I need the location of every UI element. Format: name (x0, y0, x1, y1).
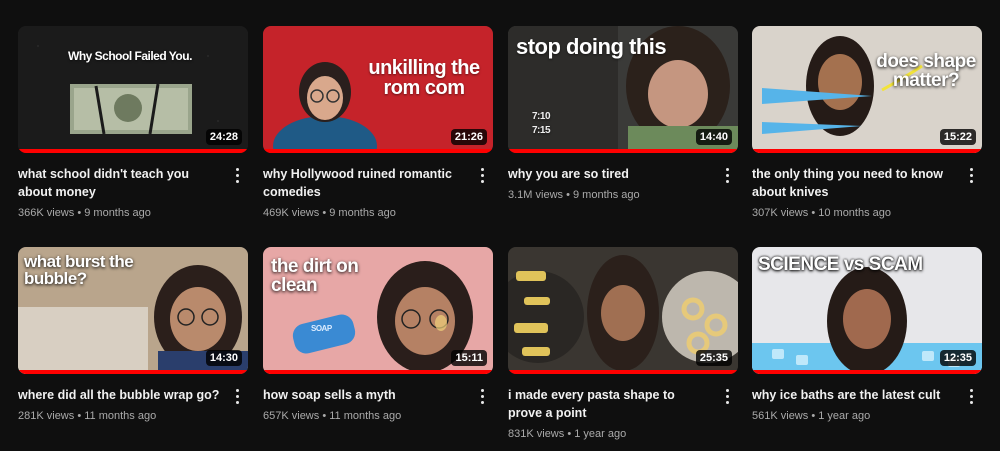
video-thumbnail[interactable]: SCIENCE vs SCAM 12:35 (752, 247, 982, 374)
video-details: why ice baths are the latest cult 561K v… (752, 374, 982, 424)
video-card[interactable]: Why School Failed You. 24:28 what school… (18, 26, 248, 221)
video-card[interactable]: stop doing this 7:10 7:15 14:40 why you … (508, 26, 738, 203)
stats-separator: • (563, 189, 573, 201)
video-title[interactable]: i made every pasta shape to prove a poin… (508, 386, 712, 422)
video-thumbnail[interactable]: unkilling the rom com 21:26 (263, 26, 493, 153)
thumbnail-caption: Why School Failed You. (68, 49, 192, 63)
thumbnail-caption: SCIENCE vs SCAM (758, 254, 923, 275)
video-details: i made every pasta shape to prove a poin… (508, 374, 738, 442)
view-count: 831K views (508, 428, 565, 440)
video-title[interactable]: where did all the bubble wrap go? (18, 386, 222, 404)
view-count: 307K views (752, 207, 809, 219)
view-count: 469K views (263, 207, 320, 219)
thumbnail-time-2: 7:15 (532, 125, 551, 136)
upload-age: 1 year ago (818, 410, 871, 422)
view-count: 3.1M views (508, 189, 564, 201)
video-title[interactable]: why Hollywood ruined romantic comedies (263, 165, 467, 201)
video-thumbnail[interactable]: the dirt on clean SOAP 15:11 (263, 247, 493, 374)
more-vert-icon[interactable] (228, 165, 246, 185)
video-thumbnail[interactable]: stop doing this 7:10 7:15 14:40 (508, 26, 738, 153)
video-stats: 3.1M views • 9 months ago (508, 187, 712, 203)
video-details: the only thing you need to know about kn… (752, 153, 982, 221)
more-vert-icon[interactable] (473, 165, 491, 185)
stats-separator: • (319, 410, 330, 422)
video-title[interactable]: what school didn't teach you about money (18, 165, 222, 201)
upload-age: 1 year ago (574, 428, 627, 440)
video-details: why Hollywood ruined romantic comedies 4… (263, 153, 493, 221)
upload-age: 10 months ago (818, 207, 892, 219)
stats-separator: • (319, 207, 330, 219)
video-card[interactable]: the dirt on clean SOAP 15:11 how soap se… (263, 247, 493, 424)
video-stats: 469K views • 9 months ago (263, 205, 467, 221)
video-card[interactable]: 25:35 i made every pasta shape to prove … (508, 247, 738, 442)
video-title[interactable]: why you are so tired (508, 165, 712, 183)
view-count: 366K views (18, 207, 75, 219)
thumbnail-caption: the dirt on clean (271, 256, 359, 296)
stats-separator: • (74, 207, 85, 219)
more-vert-icon[interactable] (473, 386, 491, 406)
thumbnail-caption: does shape matter? (876, 51, 976, 91)
video-title[interactable]: why ice baths are the latest cult (752, 386, 956, 404)
stats-separator: • (564, 428, 575, 440)
video-card[interactable]: does shape matter? 15:22 the only thing … (752, 26, 982, 221)
upload-age: 11 months ago (84, 410, 157, 422)
upload-age: 9 months ago (573, 189, 640, 201)
duration-badge: 12:35 (939, 350, 976, 366)
upload-age: 9 months ago (329, 207, 396, 219)
more-vert-icon[interactable] (718, 386, 736, 406)
upload-age: 11 months ago (329, 410, 402, 422)
video-grid: Why School Failed You. 24:28 what school… (0, 0, 1000, 451)
thumbnail-soap-label: SOAP (311, 324, 332, 333)
duration-badge: 15:11 (451, 350, 487, 366)
duration-badge: 14:40 (695, 129, 732, 145)
video-card[interactable]: what burst the bubble? 14:30 where did a… (18, 247, 248, 424)
video-thumbnail[interactable]: what burst the bubble? 14:30 (18, 247, 248, 374)
video-thumbnail[interactable]: Why School Failed You. 24:28 (18, 26, 248, 153)
video-thumbnail[interactable]: does shape matter? 15:22 (752, 26, 982, 153)
view-count: 561K views (752, 410, 809, 422)
stats-separator: • (808, 207, 819, 219)
thumbnail-caption: what burst the bubble? (24, 252, 134, 288)
video-title[interactable]: the only thing you need to know about kn… (752, 165, 956, 201)
view-count: 657K views (263, 410, 320, 422)
duration-badge: 15:22 (939, 129, 976, 145)
duration-badge: 21:26 (450, 129, 487, 145)
more-vert-icon[interactable] (962, 386, 980, 406)
stats-separator: • (808, 410, 819, 422)
more-vert-icon[interactable] (228, 386, 246, 406)
video-thumbnail[interactable]: 25:35 (508, 247, 738, 374)
video-card[interactable]: unkilling the rom com 21:26 why Hollywoo… (263, 26, 493, 221)
video-details: what school didn't teach you about money… (18, 153, 248, 221)
stats-separator: • (74, 410, 85, 422)
video-stats: 657K views • 11 months ago (263, 408, 467, 424)
more-vert-icon[interactable] (718, 165, 736, 185)
duration-badge: 14:30 (205, 350, 242, 366)
view-count: 281K views (18, 410, 75, 422)
more-vert-icon[interactable] (962, 165, 980, 185)
thumbnail-caption: unkilling the rom com (368, 57, 480, 99)
duration-badge: 24:28 (205, 129, 242, 145)
upload-age: 9 months ago (84, 207, 151, 219)
video-stats: 307K views • 10 months ago (752, 205, 956, 221)
duration-badge: 25:35 (695, 350, 732, 366)
video-details: why you are so tired 3.1M views • 9 mont… (508, 153, 738, 203)
thumbnail-time-1: 7:10 (532, 111, 551, 122)
video-stats: 366K views • 9 months ago (18, 205, 222, 221)
video-card[interactable]: SCIENCE vs SCAM 12:35 why ice baths are … (752, 247, 982, 424)
video-stats: 281K views • 11 months ago (18, 408, 222, 424)
video-title[interactable]: how soap sells a myth (263, 386, 467, 404)
video-stats: 831K views • 1 year ago (508, 426, 712, 442)
video-details: where did all the bubble wrap go? 281K v… (18, 374, 248, 424)
video-details: how soap sells a myth 657K views • 11 mo… (263, 374, 493, 424)
video-stats: 561K views • 1 year ago (752, 408, 956, 424)
thumbnail-caption: stop doing this (516, 34, 667, 59)
